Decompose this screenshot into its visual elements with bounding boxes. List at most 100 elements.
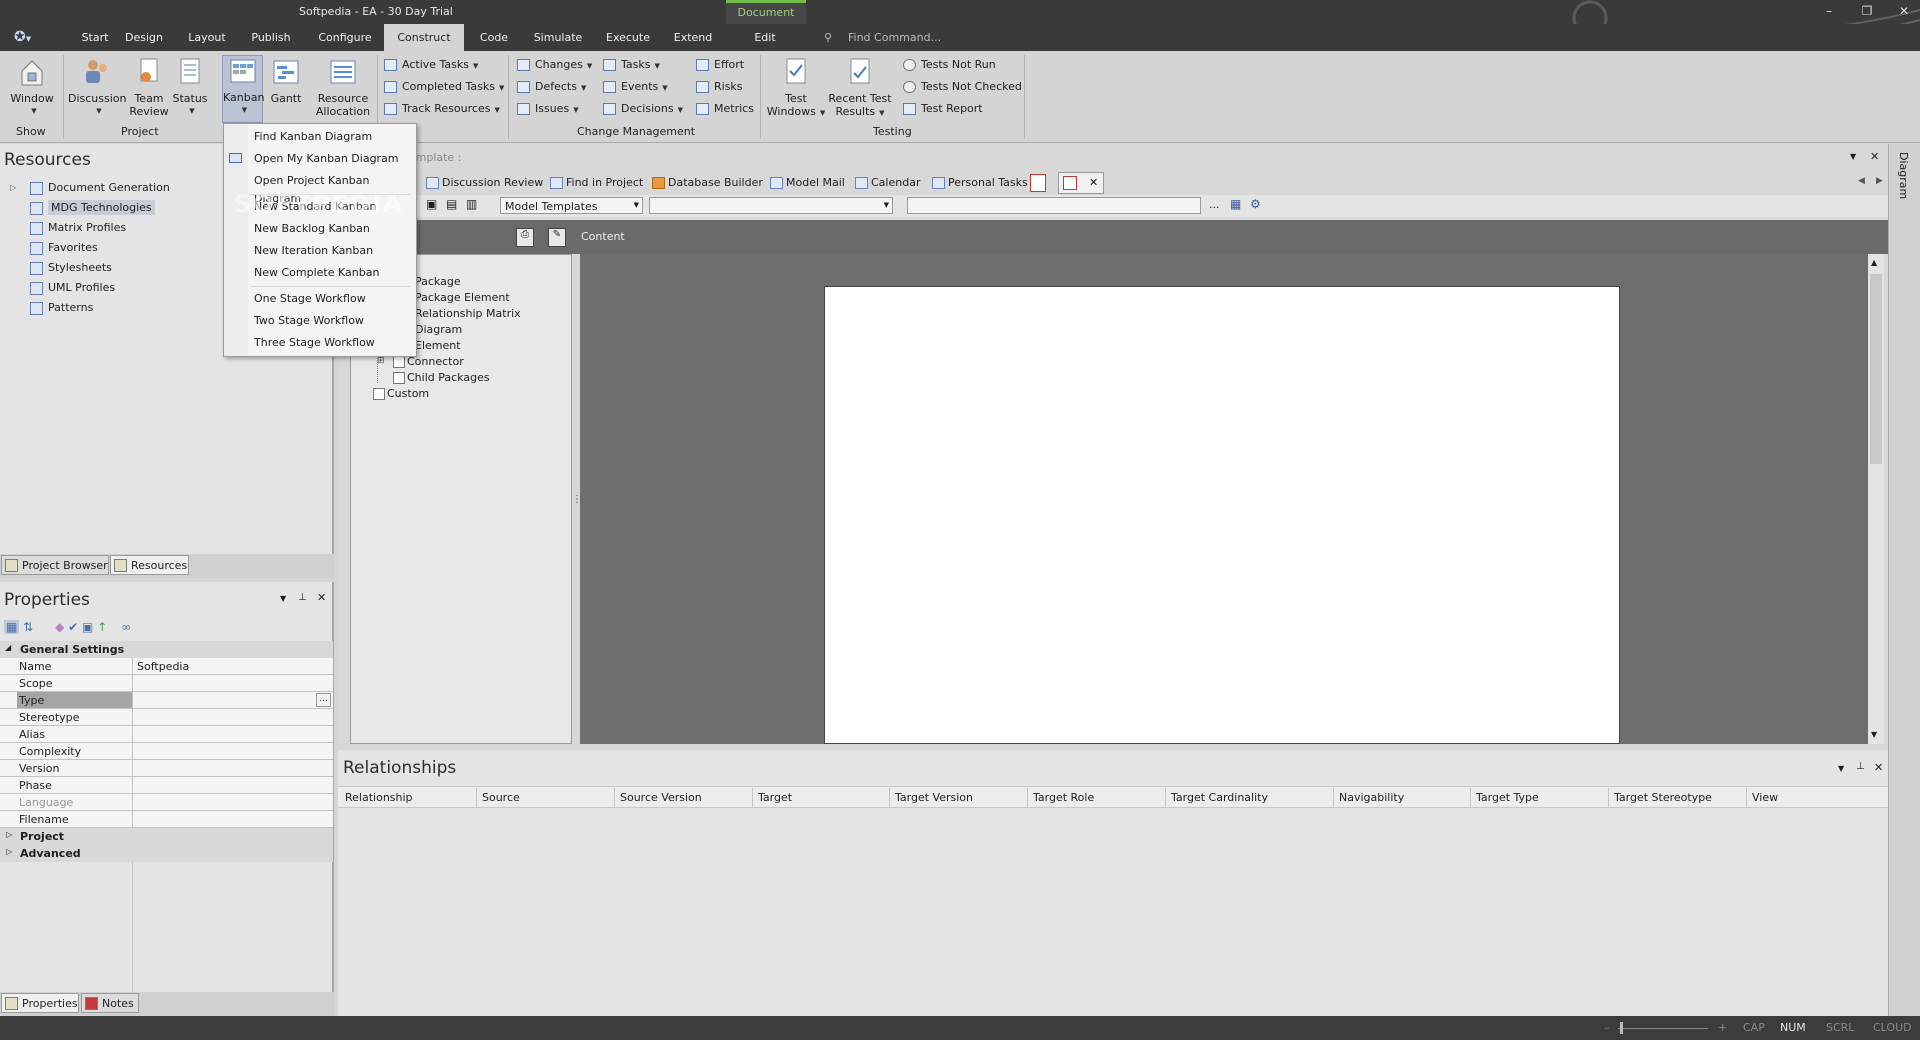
custom-checkbox[interactable] — [373, 388, 385, 400]
menu-find-kanban-diagram[interactable]: Find Kanban Diagram — [254, 128, 372, 146]
context-tab-document[interactable]: Document — [726, 0, 806, 24]
minimize-button[interactable]: – — [1818, 3, 1840, 19]
app-menu-icon[interactable]: ✪▼ — [14, 29, 44, 47]
toolbar-save-icon[interactable]: ▣ — [426, 197, 437, 211]
kanban-button[interactable]: Kanban ▼ — [222, 55, 264, 123]
test-windows-button[interactable]: Test Windows ▼ — [766, 57, 826, 120]
settings-tool-icon[interactable]: ⚙ — [1250, 197, 1261, 211]
risks-button[interactable]: Risks — [696, 79, 743, 95]
tree-relationship-matrix[interactable]: Relationship Matrix — [415, 307, 521, 320]
tasks-button[interactable]: Tasks ▼ — [603, 57, 660, 73]
diamond-icon[interactable]: ◆ — [55, 620, 64, 634]
restore-button[interactable]: ❐ — [1856, 3, 1878, 19]
connector-checkbox[interactable] — [393, 356, 405, 368]
calendar-tool-icon[interactable]: ▦ — [1230, 197, 1241, 211]
tab-properties[interactable]: Properties — [1, 993, 79, 1013]
zoom-out-button[interactable]: – — [1604, 1021, 1610, 1034]
tab-publish[interactable]: Publish — [246, 24, 296, 51]
property-row-alias[interactable]: Alias — [0, 726, 333, 743]
menu-open-my-kanban-diagram[interactable]: Open My Kanban Diagram — [254, 150, 399, 168]
status-button[interactable]: Status ▼ — [172, 57, 208, 118]
document-scrollbar[interactable]: ▲ ▼ — [1868, 254, 1884, 744]
save-icon[interactable]: ▣ — [82, 620, 93, 634]
check-icon[interactable]: ✔ — [68, 620, 78, 634]
discussion-button[interactable]: Discussion ▼ — [68, 57, 127, 118]
tab-database-builder[interactable]: Database Builder — [652, 172, 763, 194]
child-packages-checkbox[interactable] — [393, 372, 405, 384]
document-tab-icon[interactable] — [1030, 174, 1046, 192]
property-row-stereotype[interactable]: Stereotype — [0, 709, 333, 726]
tab-close-icon[interactable]: ✕ — [1089, 176, 1098, 189]
find-command-input[interactable]: Find Command... — [848, 31, 941, 44]
tree-package-element[interactable]: Package Element — [415, 291, 510, 304]
toolbar-list-icon[interactable]: ▥ — [466, 197, 477, 211]
col-target-cardinality[interactable]: Target Cardinality — [1171, 791, 1268, 804]
completed-tasks-button[interactable]: Completed Tasks ▼ — [384, 79, 504, 95]
scroll-up-icon[interactable]: ▲ — [1871, 258, 1877, 267]
tab-start[interactable]: Start — [72, 24, 118, 51]
property-row-language[interactable]: Language — [0, 794, 333, 811]
recent-test-results-button[interactable]: Recent Test Results ▼ — [828, 57, 892, 120]
glasses-icon[interactable]: ∞ — [121, 620, 131, 634]
scroll-thumb[interactable] — [1870, 274, 1882, 464]
col-target[interactable]: Target — [758, 791, 792, 804]
col-source-version[interactable]: Source Version — [620, 791, 702, 804]
browse-ellipsis-button[interactable]: ... — [1209, 198, 1220, 211]
tab-code[interactable]: Code — [474, 24, 514, 51]
effort-button[interactable]: Effort — [696, 57, 744, 73]
col-navigability[interactable]: Navigability — [1339, 791, 1404, 804]
template-select[interactable]: ▼ — [649, 197, 893, 214]
property-row-phase[interactable]: Phase — [0, 777, 333, 794]
col-target-type[interactable]: Target Type — [1476, 791, 1539, 804]
model-templates-select[interactable]: Model Templates ▼ — [500, 197, 643, 214]
tree-element[interactable]: Element — [415, 339, 461, 352]
col-source[interactable]: Source — [482, 791, 520, 804]
tab-find-in-project[interactable]: Find in Project — [550, 172, 643, 194]
connector-expand-icon[interactable]: ⊞ — [377, 356, 385, 366]
track-resources-button[interactable]: Track Resources ▼ — [384, 101, 500, 117]
up-arrow-icon[interactable]: ↑ — [97, 620, 107, 634]
property-row-type[interactable]: Type... — [0, 692, 333, 709]
tab-notes[interactable]: Notes — [81, 993, 139, 1013]
diagram-side-tab[interactable]: Diagram — [1897, 152, 1910, 199]
property-row-version[interactable]: Version — [0, 760, 333, 777]
tab-project-browser[interactable]: Project Browser — [1, 555, 109, 575]
col-target-version[interactable]: Target Version — [895, 791, 973, 804]
tests-not-run-button[interactable]: Tests Not Run — [903, 57, 996, 73]
tab-extend[interactable]: Extend — [668, 24, 718, 51]
tab-active-document[interactable]: ✕ — [1058, 172, 1104, 194]
resource-allocation-button[interactable]: Resource Allocation — [314, 57, 372, 118]
menu-new-iteration-kanban[interactable]: New Iteration Kanban — [254, 242, 373, 260]
template-path-input[interactable] — [907, 197, 1201, 214]
tab-model-mail[interactable]: Model Mail — [770, 172, 845, 194]
scroll-down-icon[interactable]: ▼ — [1871, 730, 1877, 739]
col-target-role[interactable]: Target Role — [1033, 791, 1094, 804]
decisions-button[interactable]: Decisions ▼ — [603, 101, 683, 117]
close-button[interactable]: ✕ — [1893, 3, 1915, 19]
property-row-complexity[interactable]: Complexity — [0, 743, 333, 760]
tab-construct[interactable]: Construct — [384, 24, 464, 51]
window-button[interactable]: Window ▼ — [8, 57, 56, 118]
advanced-section[interactable]: ▷ Advanced — [0, 845, 333, 862]
content-edit-icon[interactable]: ✎ — [548, 228, 566, 247]
tab-edit[interactable]: Edit — [742, 24, 788, 51]
expand-icon[interactable]: ▷ — [10, 178, 16, 198]
zoom-in-button[interactable]: + — [1718, 1021, 1727, 1034]
pin-icon[interactable]: ⊥ — [298, 592, 307, 603]
type-ellipsis-button[interactable]: ... — [316, 693, 331, 707]
menu-one-stage-workflow[interactable]: One Stage Workflow — [254, 290, 366, 308]
tests-not-checked-button[interactable]: Tests Not Checked — [903, 79, 1022, 95]
categorized-icon[interactable]: ▦ — [4, 620, 20, 634]
tab-discussion-review[interactable]: Discussion Review — [426, 172, 543, 194]
tab-calendar[interactable]: Calendar — [855, 172, 920, 194]
editor-menu-icon[interactable]: ▼ — [1850, 152, 1856, 161]
menu-open-project-kanban-diagram[interactable]: Open Project Kanban Diagram — [254, 172, 416, 205]
col-view[interactable]: View — [1752, 791, 1778, 804]
defects-button[interactable]: Defects ▼ — [517, 79, 586, 95]
tree-diagram[interactable]: Diagram — [415, 323, 462, 336]
property-row-name[interactable]: Name Softpedia — [0, 658, 333, 675]
menu-new-complete-kanban[interactable]: New Complete Kanban — [254, 264, 379, 282]
team-review-button[interactable]: Team Review — [128, 57, 170, 118]
alphabetical-icon[interactable]: ⇅ — [23, 620, 33, 634]
editor-close-icon[interactable]: ✕ — [1870, 150, 1879, 163]
